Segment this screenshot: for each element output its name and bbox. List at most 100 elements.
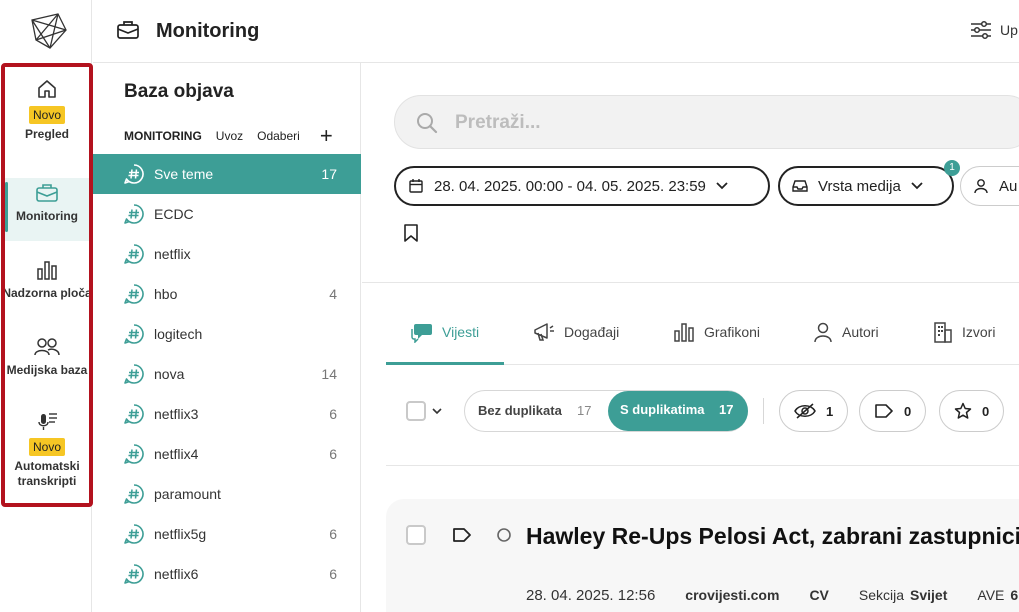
- tab-odaberi[interactable]: Odaberi: [257, 129, 300, 143]
- topic-item[interactable]: paramount: [93, 474, 361, 514]
- tab-label: Događaji: [564, 324, 620, 340]
- highlight-box: [1, 63, 93, 507]
- article-title[interactable]: Hawley Re-Ups Pelosi Act, zabrani zastup…: [526, 523, 1019, 550]
- divider: [362, 282, 1019, 283]
- calendar-icon: [409, 179, 423, 193]
- tag-icon: [875, 404, 893, 418]
- topic-name: logitech: [154, 326, 203, 342]
- add-topic-button[interactable]: +: [320, 125, 333, 147]
- header-bar: Monitoring Up: [93, 0, 1019, 63]
- tab-dogadaji[interactable]: Događaji: [532, 321, 619, 343]
- tab-vijesti[interactable]: Vijesti: [410, 321, 479, 343]
- tab-grafikoni[interactable]: Grafikoni: [672, 321, 760, 343]
- topic-name: netflix3: [154, 406, 199, 422]
- topic-list: Sve teme 17 ECDC netflix hbo 4 logitech nova 14 n…: [93, 154, 361, 594]
- without-duplicates-button[interactable]: Bez duplikata: [478, 403, 562, 418]
- topic-item[interactable]: netflix4 6: [93, 434, 361, 474]
- topic-item[interactable]: netflix6 6: [93, 554, 361, 594]
- nav-rail: Novo Pregled Monitoring Nadzorna ploča M…: [0, 0, 93, 612]
- chat-bubble-icon: [411, 324, 432, 343]
- chevron-down-icon[interactable]: [432, 408, 442, 415]
- select-all-checkbox[interactable]: [406, 401, 426, 421]
- topic-item[interactable]: netflix3 6: [93, 394, 361, 434]
- logo-icon[interactable]: [28, 10, 70, 52]
- person-icon: [814, 322, 832, 343]
- topic-item[interactable]: netflix: [93, 234, 361, 274]
- topic-item[interactable]: logitech: [93, 314, 361, 354]
- article-checkbox[interactable]: [406, 525, 426, 545]
- hashtag-icon: [124, 204, 144, 224]
- section-label: Sekcija: [858, 587, 905, 603]
- tab-uvoz[interactable]: Uvoz: [216, 129, 243, 143]
- page-title: Monitoring: [156, 20, 260, 42]
- topic-item[interactable]: netflix5g 6: [93, 514, 361, 554]
- topic-name: netflix5g: [154, 526, 207, 542]
- content-tabs: Vijesti Događaji Grafikoni Autori Izvori: [386, 311, 1019, 365]
- star-icon: [954, 402, 972, 419]
- briefcase-icon: [117, 21, 139, 39]
- topic-count: 6: [329, 566, 337, 582]
- topics-title: Baza objava: [124, 81, 234, 102]
- ave-label: AVE: [977, 587, 1005, 603]
- sliders-icon: [971, 20, 991, 40]
- tab-label: Izvori: [962, 324, 996, 340]
- topic-item[interactable]: hbo 4: [93, 274, 361, 314]
- topic-name: hbo: [154, 286, 178, 302]
- author-filter-label: Au: [999, 177, 1018, 195]
- topic-name: netflix6: [154, 566, 199, 582]
- tab-monitoring[interactable]: MONITORING: [124, 129, 202, 143]
- star-count: 0: [982, 403, 990, 419]
- divider: [386, 465, 1019, 466]
- tag-filter-button[interactable]: 0: [859, 390, 927, 432]
- topic-count: 6: [329, 446, 337, 462]
- tag-count: 0: [904, 403, 912, 419]
- topic-count: 17: [321, 166, 337, 182]
- hidden-filter-button[interactable]: 1: [779, 390, 849, 432]
- topics-tabs: MONITORING Uvoz Odaberi +: [124, 125, 347, 147]
- hashtag-icon: [124, 364, 144, 384]
- building-icon: [934, 322, 952, 343]
- chevron-down-icon: [911, 182, 923, 190]
- article-source[interactable]: crovijesti.com: [685, 587, 779, 604]
- topic-name: netflix: [154, 246, 191, 262]
- search-placeholder: Pretraži...: [455, 112, 541, 133]
- bar-chart-icon: [674, 323, 694, 342]
- topic-count: 14: [321, 366, 337, 382]
- app-root: Novo Pregled Monitoring Nadzorna ploča M…: [0, 0, 1019, 612]
- eye-off-icon: [794, 403, 816, 419]
- results-toolbar: Bez duplikata 17 S duplikatima 17 1 0 0: [406, 390, 1019, 432]
- hashtag-icon: [124, 284, 144, 304]
- topic-count: 4: [329, 286, 337, 302]
- star-filter-button[interactable]: 0: [939, 390, 1005, 432]
- author-filter[interactable]: Au: [960, 166, 1019, 206]
- topic-item[interactable]: Sve teme 17: [93, 154, 361, 194]
- section-value: Svijet: [910, 587, 948, 603]
- topic-name: nova: [154, 366, 185, 382]
- with-duplicates-button[interactable]: S duplikatima 17: [608, 391, 748, 431]
- main-content: Pretraži... 28. 04. 2025. 00:00 - 04. 05…: [362, 63, 1019, 612]
- search-icon: [417, 113, 438, 134]
- article-meta: 28. 04. 2025. 12:56 crovijesti.com CV Se…: [526, 587, 1018, 604]
- with-duplicates-label: S duplikatima: [620, 402, 705, 417]
- topics-panel: Baza objava MONITORING Uvoz Odaberi + Sv…: [93, 63, 361, 612]
- bookmark-icon[interactable]: [403, 224, 419, 242]
- article-country: CV: [809, 587, 829, 603]
- status-circle-icon[interactable]: [496, 527, 512, 543]
- article-card[interactable]: Hawley Re-Ups Pelosi Act, zabrani zastup…: [386, 499, 1019, 612]
- article-date: 28. 04. 2025. 12:56: [526, 587, 656, 604]
- megaphone-icon: [534, 323, 554, 341]
- topic-item[interactable]: nova 14: [93, 354, 361, 394]
- hashtag-icon: [124, 444, 144, 464]
- search-input[interactable]: Pretraži...: [394, 95, 1019, 149]
- hashtag-icon: [124, 404, 144, 424]
- date-range-value: 28. 04. 2025. 00:00 - 04. 05. 2025. 23:5…: [434, 177, 706, 195]
- hashtag-icon: [124, 324, 144, 344]
- settings-button[interactable]: Up: [970, 20, 1018, 40]
- topic-item[interactable]: ECDC: [93, 194, 361, 234]
- tag-icon[interactable]: [452, 527, 472, 543]
- date-range-filter[interactable]: 28. 04. 2025. 00:00 - 04. 05. 2025. 23:5…: [394, 166, 770, 206]
- without-duplicates-count: 17: [577, 403, 592, 418]
- media-type-filter[interactable]: Vrsta medija: [778, 166, 954, 206]
- tab-autori[interactable]: Autori: [812, 321, 879, 343]
- tab-izvori[interactable]: Izvori: [932, 321, 995, 343]
